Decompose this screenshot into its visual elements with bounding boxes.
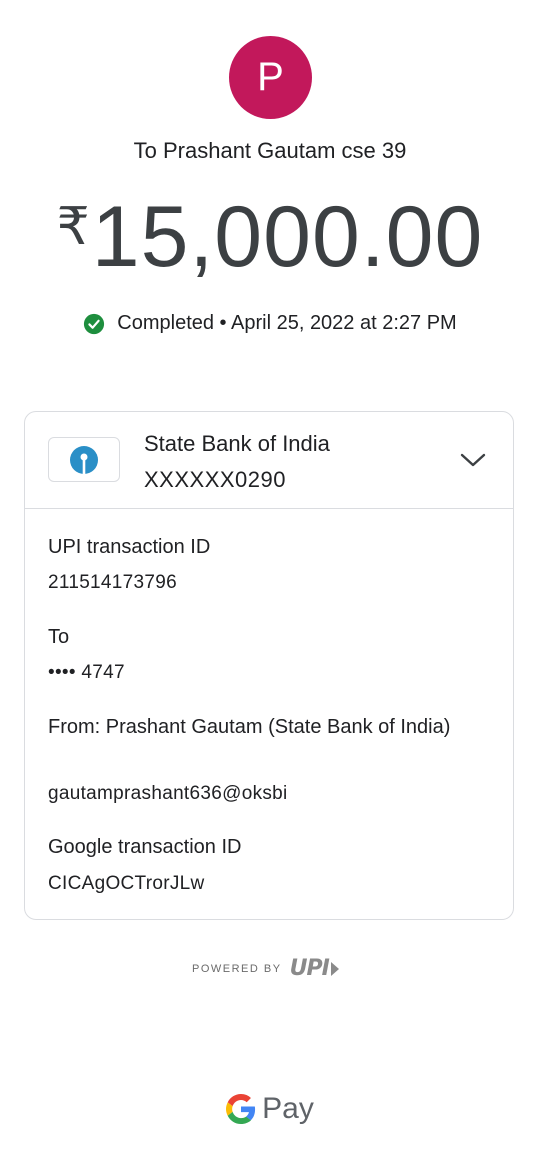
payment-amount: ₹15,000.00 [0, 188, 540, 287]
to-label: To [48, 626, 70, 648]
google-transaction-id-label: Google transaction ID [48, 836, 242, 858]
gpay-text: Pay [262, 1092, 314, 1125]
amount-value: 15,000.00 [91, 189, 484, 285]
bank-name: State Bank of India [144, 431, 330, 456]
recipient-name: To Prashant Gautam cse 39 [133, 138, 407, 163]
recipient-avatar: P [229, 36, 312, 119]
from-upi-id-value: gautamprashant636@oksbi [48, 783, 288, 804]
from-label: From: Prashant Gautam (State Bank of Ind… [48, 716, 451, 738]
upi-transaction-id-value: 211514173796 [48, 572, 177, 593]
google-pay-logo: Pay [0, 1092, 540, 1126]
avatar-initial: P [257, 55, 284, 99]
to-account-value: •••• 4747 [48, 662, 125, 683]
google-transaction-id-value: CICAgOCTrorJLw [48, 873, 205, 894]
upi-transaction-id-label: UPI transaction ID [48, 536, 211, 558]
bank-account-row[interactable]: State Bank of India XXXXXX0290 [25, 412, 513, 509]
sbi-logo-icon [70, 445, 98, 475]
bank-logo [48, 437, 120, 482]
upi-arrow-icon [330, 961, 339, 976]
transaction-details-card: State Bank of India XXXXXX0290 UPI trans… [24, 411, 514, 920]
payment-status: Completed • April 25, 2022 at 2:27 PM [0, 312, 540, 335]
upi-logo-text: UPI [289, 956, 330, 981]
powered-by-text: POWERED BY [192, 962, 282, 975]
upi-logo: UPI [290, 956, 341, 981]
chevron-down-icon[interactable] [459, 446, 487, 474]
status-text: Completed • April 25, 2022 at 2:27 PM [117, 312, 457, 334]
currency-symbol: ₹ [56, 198, 90, 256]
powered-by-upi: POWERED BY UPI [192, 956, 341, 981]
check-circle-icon [84, 313, 105, 334]
bank-account-number: XXXXXX0290 [144, 467, 286, 492]
google-g-icon [226, 1094, 256, 1124]
